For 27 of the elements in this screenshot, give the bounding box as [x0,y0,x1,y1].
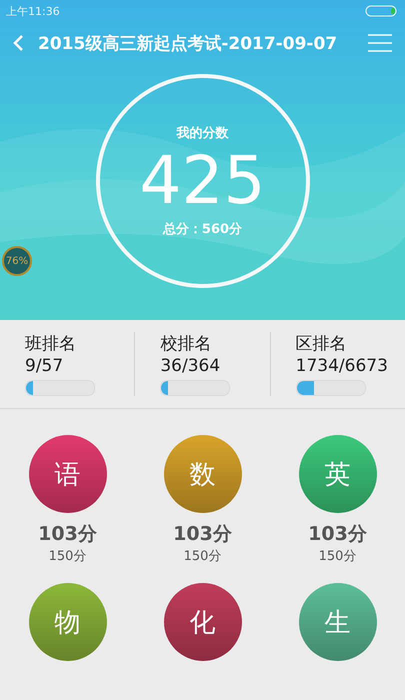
total-score: 总分：560分 [162,221,242,238]
subject-button[interactable]: 语 [28,435,106,513]
subject-full-score: 150分 [318,548,356,565]
subject-button[interactable]: 数 [164,435,242,513]
rank-label: 区排名 [296,333,348,355]
rank-value: 1734/6673 [296,356,389,376]
subject-score: 103分 [308,522,367,547]
score-value: 425 [140,142,266,220]
subject-button[interactable]: 英 [298,435,376,513]
battery-icon [365,5,399,17]
page-title: 2015级高三新起点考试-2017-09-07 [38,32,338,54]
subject-button[interactable]: 化 [164,583,242,661]
rank-label: 班排名 [25,333,77,355]
rank-value: 36/364 [160,356,222,376]
memory-badge[interactable]: 76% [2,246,32,276]
subject-button[interactable]: 生 [298,583,376,661]
back-icon[interactable] [12,34,24,52]
menu-icon[interactable] [367,33,393,53]
status-time: 上午11:36 [6,4,60,18]
subject-button[interactable]: 物 [28,583,106,661]
rank-value: 9/57 [25,356,64,376]
subject-full-score: 150分 [184,548,222,565]
subject-score: 103分 [173,522,232,547]
rank-label: 校排名 [160,333,212,355]
subject-score: 103分 [38,522,97,547]
score-label: 我的分数 [176,125,228,142]
subject-full-score: 150分 [48,548,86,565]
